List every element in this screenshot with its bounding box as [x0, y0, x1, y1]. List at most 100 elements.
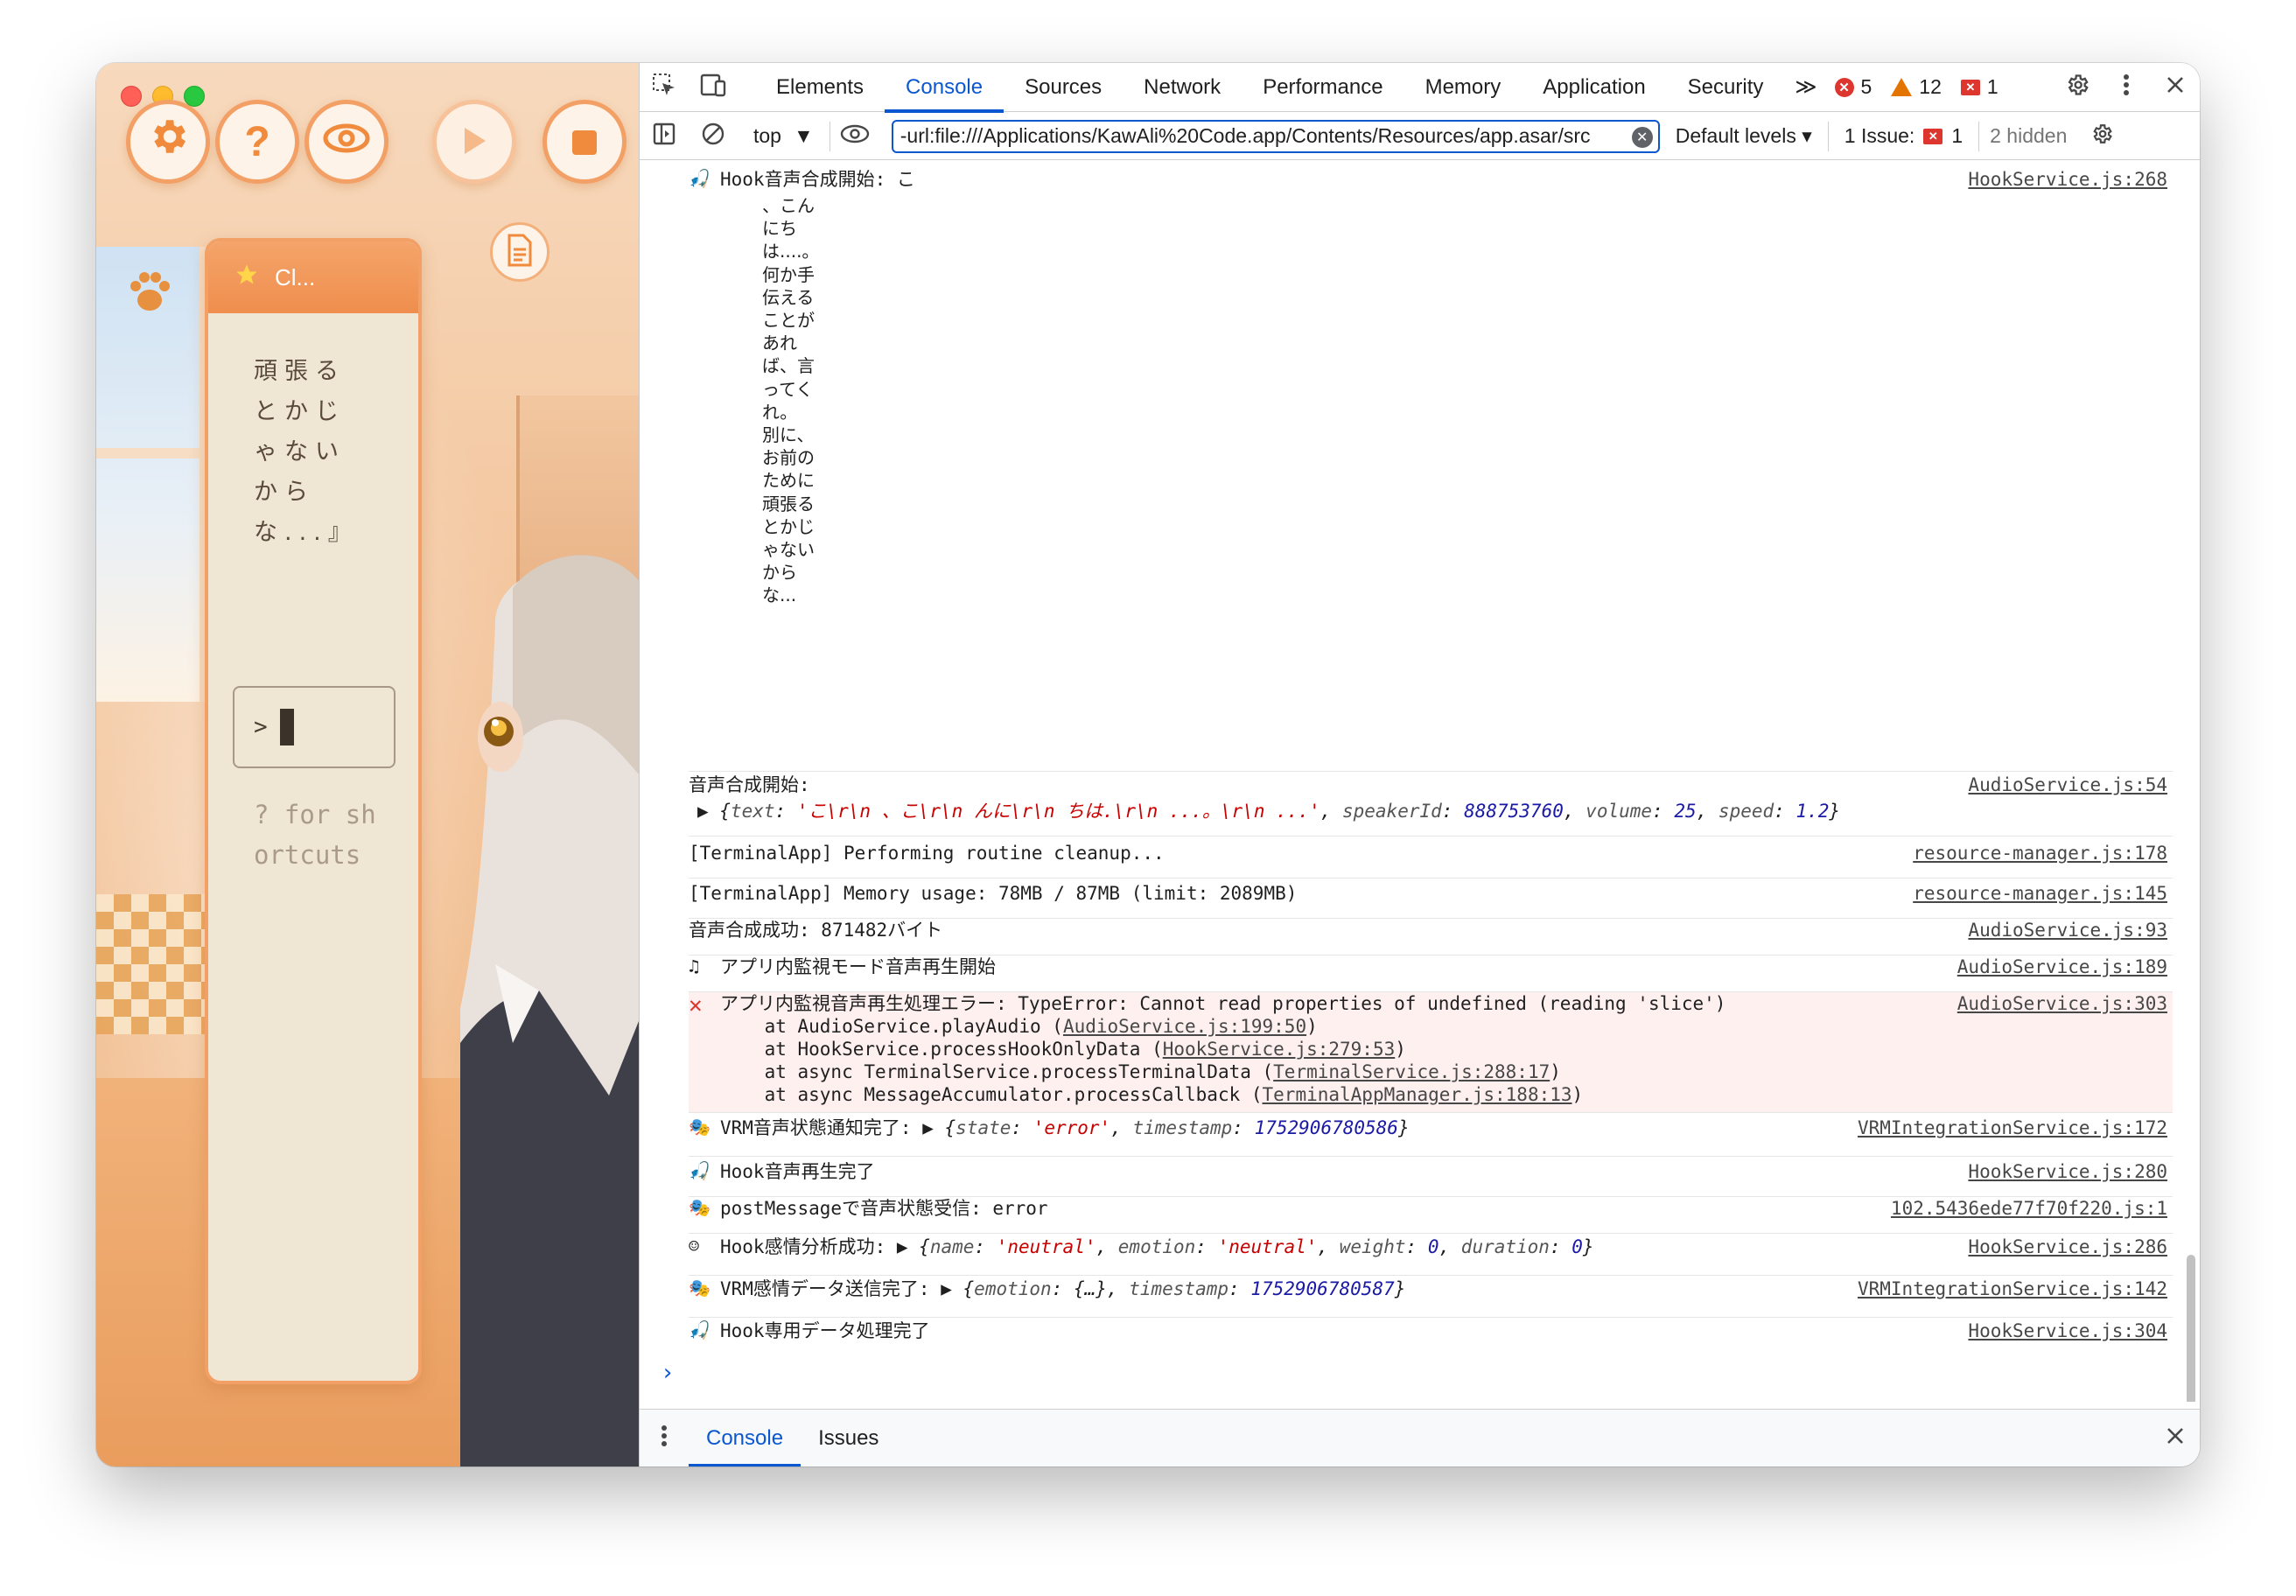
dropdown-arrow-icon: ▼ — [793, 124, 814, 147]
stack-text: at HookService.processHookOnlyData ( — [720, 1039, 1163, 1060]
object-value: 0 — [1572, 1236, 1583, 1257]
object-key: timestamp — [1129, 1278, 1229, 1299]
error-count[interactable]: ✕ 5 — [1834, 75, 1872, 99]
tab-memory[interactable]: Memory — [1404, 63, 1522, 112]
message-text: Hook専用データ処理完了 — [720, 1320, 930, 1341]
stop-button[interactable] — [542, 100, 626, 184]
view-button[interactable] — [304, 100, 388, 184]
inspect-element-button[interactable] — [640, 63, 689, 112]
console-message: [TerminalApp] Performing routine cleanup… — [689, 842, 2173, 878]
more-tabs-button[interactable]: ≫ — [1784, 63, 1827, 112]
source-link[interactable]: resource-manager.js:178 — [1913, 842, 2167, 864]
issues-button[interactable]: 1 Issue: ✕ 1 — [1829, 121, 1980, 151]
source-link[interactable]: AudioService.js:303 — [1957, 992, 2167, 1015]
console-message: 音声合成成功: 871482バイト AudioService.js:93 — [689, 919, 2173, 956]
source-link[interactable]: HookService.js:280 — [1968, 1160, 2167, 1183]
settings-button[interactable] — [126, 100, 210, 184]
panel-header[interactable]: Cl... — [208, 242, 418, 313]
close-devtools-button[interactable] — [2151, 63, 2200, 112]
eye-icon — [323, 118, 370, 166]
message-label: VRM感情データ送信完了: — [720, 1278, 930, 1299]
context-selector[interactable]: top ▼ — [738, 121, 830, 151]
clear-console-button[interactable] — [689, 112, 738, 161]
object-value: 888753760 — [1464, 801, 1564, 822]
warning-icon — [1891, 78, 1913, 96]
object-key: speed — [1718, 801, 1774, 822]
source-link[interactable]: VRMIntegrationService.js:172 — [1858, 1116, 2167, 1139]
clear-filter-button[interactable]: ✕ — [1631, 126, 1653, 148]
object-preview[interactable]: ▶ {text: 'こ\r\n 、こ\r\n んに\r\n ちは.\r\n ..… — [697, 800, 1840, 822]
issues-label: 1 Issue: — [1844, 124, 1915, 147]
document-button[interactable] — [490, 222, 550, 282]
expand-toggle[interactable]: ▶ { — [941, 1278, 974, 1299]
tab-security[interactable]: Security — [1667, 63, 1785, 112]
drawer-menu-button[interactable] — [640, 1414, 689, 1463]
vrm-icon: 🎭 — [689, 1197, 710, 1218]
console-prompt[interactable]: › — [661, 1360, 675, 1386]
message-text: 音声合成成功: 871482バイト — [689, 920, 943, 941]
source-link[interactable]: AudioService.js:189 — [1957, 956, 2167, 978]
punct: , — [1563, 801, 1586, 822]
console-filter-input[interactable]: -url:file:///Applications/KawAli%20Code.… — [891, 119, 1660, 153]
live-expression-button[interactable] — [830, 112, 879, 161]
source-link[interactable]: HookService.js:268 — [1968, 168, 2167, 191]
expand-toggle[interactable]: ▶ { — [697, 801, 731, 822]
source-link[interactable]: AudioService.js:93 — [1968, 919, 2167, 942]
object-preview[interactable]: ▶ {state: 'error', timestamp: 1752906780… — [922, 1117, 1409, 1138]
filter-text: -url:file:///Applications/KawAli%20Code.… — [900, 124, 1591, 147]
stack-link[interactable]: HookService.js:279:53 — [1163, 1039, 1396, 1060]
issues-count[interactable]: ✕ 1 — [1960, 75, 1998, 99]
drawer-tab-issues[interactable]: Issues — [801, 1410, 896, 1467]
message-text: VRM感情データ送信完了: ▶ {emotion: {…}, timestamp… — [720, 1278, 1405, 1300]
stack-link[interactable]: AudioService.js:199:50 — [1063, 1016, 1306, 1037]
device-toolbar-button[interactable] — [689, 63, 738, 112]
vrm-icon: 🎭 — [689, 1278, 710, 1298]
stack-link[interactable]: TerminalService.js:288:17 — [1273, 1061, 1550, 1082]
play-icon — [461, 118, 487, 166]
devtools-settings-button[interactable] — [2053, 63, 2102, 112]
expand-toggle[interactable]: ▶ { — [922, 1117, 956, 1138]
console-settings-button[interactable] — [2077, 112, 2126, 161]
terminal-input[interactable]: > — [233, 686, 396, 768]
source-link[interactable]: HookService.js:304 — [1968, 1320, 2167, 1342]
tab-network[interactable]: Network — [1123, 63, 1242, 112]
tab-console[interactable]: Console — [885, 63, 1004, 113]
panel-title: Cl... — [275, 263, 316, 290]
source-link[interactable]: 102.5436ede77f70f220.js:1 — [1891, 1197, 2167, 1220]
help-button[interactable]: ? — [215, 100, 299, 184]
object-preview[interactable]: ▶ {name: 'neutral', emotion: 'neutral', … — [897, 1236, 1594, 1257]
source-link[interactable]: resource-manager.js:145 — [1913, 882, 2167, 905]
tab-performance[interactable]: Performance — [1242, 63, 1404, 112]
object-key: text — [730, 801, 775, 822]
stack-text: at async TerminalService.processTerminal… — [720, 1061, 1274, 1082]
close-drawer-button[interactable] — [2151, 1414, 2200, 1463]
object-close: } — [1829, 801, 1841, 822]
star-icon — [234, 262, 259, 293]
drawer-tab-console[interactable]: Console — [689, 1410, 802, 1466]
log-levels-dropdown[interactable]: Default levels ▾ — [1660, 121, 1829, 151]
tab-elements[interactable]: Elements — [755, 63, 885, 112]
toggle-sidebar-button[interactable] — [640, 112, 689, 161]
console-error-message: ✕ アプリ内監視音声再生処理エラー: TypeError: Cannot rea… — [689, 992, 2173, 1113]
document-icon — [506, 234, 534, 271]
console-message: 🎣 Hook専用データ処理完了 HookService.js:304 — [689, 1320, 2173, 1356]
play-button[interactable] — [432, 100, 516, 184]
issue-counters[interactable]: ✕ 5 12 ✕ 1 — [1834, 75, 2014, 99]
object-preview[interactable]: ▶ {emotion: {…}, timestamp: 175290678058… — [941, 1278, 1405, 1299]
tab-sources[interactable]: Sources — [1004, 63, 1123, 112]
devtools-tab-bar: Elements Console Sources Network Perform… — [640, 63, 2200, 113]
console-message: 🎭 VRM感情データ送信完了: ▶ {emotion: {…}, timesta… — [689, 1278, 2173, 1318]
hidden-messages-count: 2 hidden — [1990, 124, 2068, 147]
tab-application[interactable]: Application — [1522, 63, 1666, 112]
vrm-character — [460, 555, 639, 1466]
console-scrollbar[interactable] — [2187, 1255, 2195, 1402]
close-window-button[interactable] — [121, 86, 142, 107]
stack-link[interactable]: TerminalAppManager.js:188:13 — [1263, 1084, 1572, 1105]
more-options-button[interactable] — [2102, 63, 2151, 112]
expand-toggle[interactable]: ▶ { — [897, 1236, 930, 1257]
source-link[interactable]: HookService.js:286 — [1968, 1236, 2167, 1258]
warning-count[interactable]: 12 — [1891, 75, 1942, 99]
source-link[interactable]: VRMIntegrationService.js:142 — [1858, 1278, 2167, 1300]
console-message: ☺ Hook感情分析成功: ▶ {name: 'neutral', emotio… — [689, 1236, 2173, 1276]
source-link[interactable]: AudioService.js:54 — [1968, 774, 2167, 796]
